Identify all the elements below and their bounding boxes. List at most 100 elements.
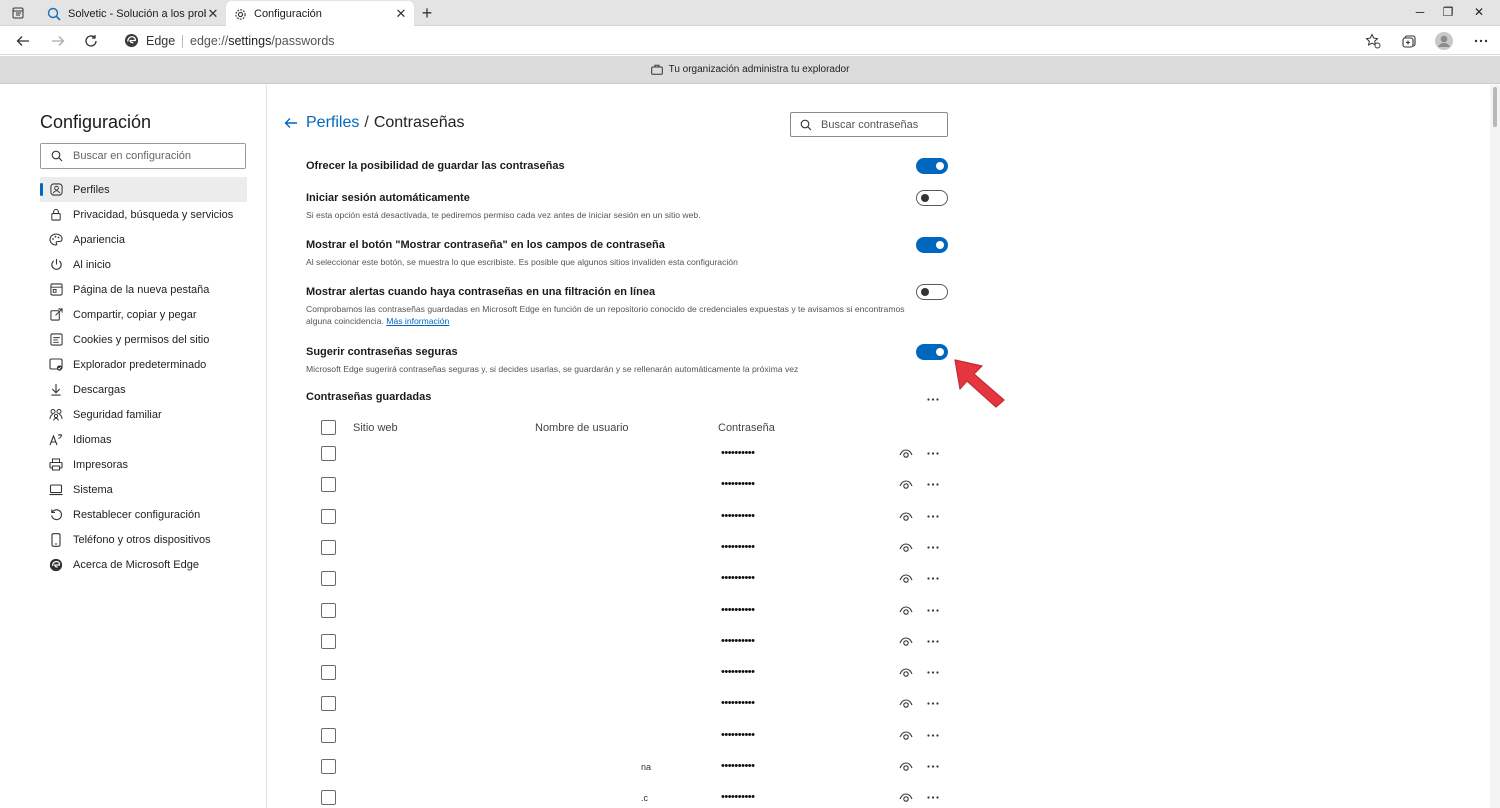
password-search[interactable] xyxy=(790,112,948,137)
more-menu-icon[interactable] xyxy=(1470,30,1492,52)
back-icon[interactable] xyxy=(12,30,34,52)
sidebar-item-seguridad-familiar[interactable]: Seguridad familiar xyxy=(40,402,247,427)
sidebar-item-predeterminado[interactable]: Explorador predeterminado xyxy=(40,352,247,377)
row-more-icon[interactable] xyxy=(924,760,942,772)
table-row[interactable]: •••••••••• xyxy=(321,696,948,714)
table-row[interactable]: •••••••••• xyxy=(321,665,948,683)
eye-icon[interactable] xyxy=(898,635,914,649)
tab-actions-icon[interactable] xyxy=(8,4,28,22)
row-more-icon[interactable] xyxy=(924,635,942,647)
eye-icon[interactable] xyxy=(898,541,914,555)
table-row[interactable]: na •••••••••• xyxy=(321,759,948,777)
eye-icon[interactable] xyxy=(898,760,914,774)
settings-search[interactable] xyxy=(40,143,246,169)
close-window-icon[interactable]: ✕ xyxy=(1469,2,1489,22)
tab-configuracion[interactable]: Configuración ✕ xyxy=(226,1,414,27)
row-more-icon[interactable] xyxy=(924,510,942,522)
row-checkbox[interactable] xyxy=(321,790,336,805)
page-scrollbar[interactable] xyxy=(1490,85,1500,808)
table-row[interactable]: •••••••••• xyxy=(321,728,948,746)
sidebar-item-acerca[interactable]: Acerca de Microsoft Edge xyxy=(40,552,247,577)
more-info-link[interactable]: Más información xyxy=(386,316,449,326)
sidebar-item-privacidad[interactable]: Privacidad, búsqueda y servicios xyxy=(40,202,247,227)
new-tab-button[interactable]: + xyxy=(417,3,437,23)
sidebar-item-impresoras[interactable]: Impresoras xyxy=(40,452,247,477)
eye-icon[interactable] xyxy=(898,510,914,524)
eye-icon[interactable] xyxy=(898,697,914,711)
download-icon xyxy=(48,382,64,398)
table-row[interactable]: •••••••••• xyxy=(321,571,948,589)
eye-icon[interactable] xyxy=(898,791,914,805)
sidebar-item-al-inicio[interactable]: Al inicio xyxy=(40,252,247,277)
settings-search-input[interactable] xyxy=(73,150,233,162)
tab-solvetic[interactable]: Solvetic - Solución a los problem ✕ xyxy=(40,1,226,26)
row-more-icon[interactable] xyxy=(924,541,942,553)
row-more-icon[interactable] xyxy=(924,478,942,490)
row-checkbox[interactable] xyxy=(321,603,336,618)
sidebar-item-apariencia[interactable]: Apariencia xyxy=(40,227,247,252)
sidebar-item-descargas[interactable]: Descargas xyxy=(40,377,247,402)
close-icon[interactable]: ✕ xyxy=(394,7,408,21)
more-options-icon[interactable] xyxy=(924,393,942,405)
row-checkbox[interactable] xyxy=(321,477,336,492)
select-all-checkbox[interactable] xyxy=(321,420,336,435)
sidebar-item-sistema[interactable]: Sistema xyxy=(40,477,247,502)
forward-icon[interactable] xyxy=(47,30,69,52)
password-search-input[interactable] xyxy=(821,118,941,131)
row-more-icon[interactable] xyxy=(924,666,942,678)
sidebar-item-restablecer[interactable]: Restablecer configuración xyxy=(40,502,247,527)
row-checkbox[interactable] xyxy=(321,571,336,586)
table-row[interactable]: •••••••••• xyxy=(321,509,948,527)
address-bar[interactable]: edge://settings/passwords xyxy=(190,34,335,48)
leak-alerts-toggle[interactable] xyxy=(916,284,948,300)
reveal-button-toggle[interactable] xyxy=(916,237,948,253)
row-checkbox[interactable] xyxy=(321,540,336,555)
sidebar-item-idiomas[interactable]: Idiomas xyxy=(40,427,247,452)
row-checkbox[interactable] xyxy=(321,759,336,774)
row-more-icon[interactable] xyxy=(924,572,942,584)
row-more-icon[interactable] xyxy=(924,447,942,459)
row-checkbox[interactable] xyxy=(321,696,336,711)
scrollbar-thumb[interactable] xyxy=(1493,87,1497,127)
row-more-icon[interactable] xyxy=(924,604,942,616)
table-row[interactable]: •••••••••• xyxy=(321,446,948,464)
sidebar-item-perfiles[interactable]: Perfiles xyxy=(40,177,247,202)
back-arrow-icon[interactable] xyxy=(282,114,300,132)
sidebar-item-telefono[interactable]: Teléfono y otros dispositivos xyxy=(40,527,247,552)
table-row[interactable]: •••••••••• xyxy=(321,477,948,495)
table-row[interactable]: •••••••••• xyxy=(321,540,948,558)
eye-icon[interactable] xyxy=(898,729,914,743)
refresh-icon[interactable] xyxy=(80,30,102,52)
breadcrumb-parent-link[interactable]: Perfiles xyxy=(306,114,359,132)
table-row[interactable]: •••••••••• xyxy=(321,603,948,621)
row-more-icon[interactable] xyxy=(924,729,942,741)
eye-icon[interactable] xyxy=(898,478,914,492)
row-more-icon[interactable] xyxy=(924,791,942,803)
minimize-icon[interactable]: ─ xyxy=(1410,2,1430,22)
row-checkbox[interactable] xyxy=(321,634,336,649)
row-checkbox[interactable] xyxy=(321,665,336,680)
auto-signin-toggle[interactable] xyxy=(916,190,948,206)
favorites-star-icon[interactable] xyxy=(1362,30,1384,52)
row-checkbox[interactable] xyxy=(321,509,336,524)
close-icon[interactable]: ✕ xyxy=(206,6,220,21)
table-row[interactable]: •••••••••• xyxy=(321,634,948,652)
eye-icon[interactable] xyxy=(898,447,914,461)
edge-badge[interactable]: Edge xyxy=(124,33,175,48)
eye-icon[interactable] xyxy=(898,604,914,618)
restore-icon[interactable]: ❐ xyxy=(1438,2,1458,22)
sidebar-item-cookies[interactable]: Cookies y permisos del sitio xyxy=(40,327,247,352)
suggest-strong-toggle[interactable] xyxy=(916,344,948,360)
sidebar-item-compartir[interactable]: Compartir, copiar y pegar xyxy=(40,302,247,327)
eye-icon[interactable] xyxy=(898,572,914,586)
gear-icon xyxy=(232,6,248,22)
eye-icon[interactable] xyxy=(898,666,914,680)
sidebar-item-nueva-pestana[interactable]: Página de la nueva pestaña xyxy=(40,277,247,302)
row-more-icon[interactable] xyxy=(924,697,942,709)
collections-icon[interactable] xyxy=(1399,30,1421,52)
offer-save-toggle[interactable] xyxy=(916,158,948,174)
row-checkbox[interactable] xyxy=(321,446,336,461)
row-checkbox[interactable] xyxy=(321,728,336,743)
avatar[interactable] xyxy=(1433,30,1455,52)
table-row[interactable]: .c •••••••••• xyxy=(321,790,948,808)
